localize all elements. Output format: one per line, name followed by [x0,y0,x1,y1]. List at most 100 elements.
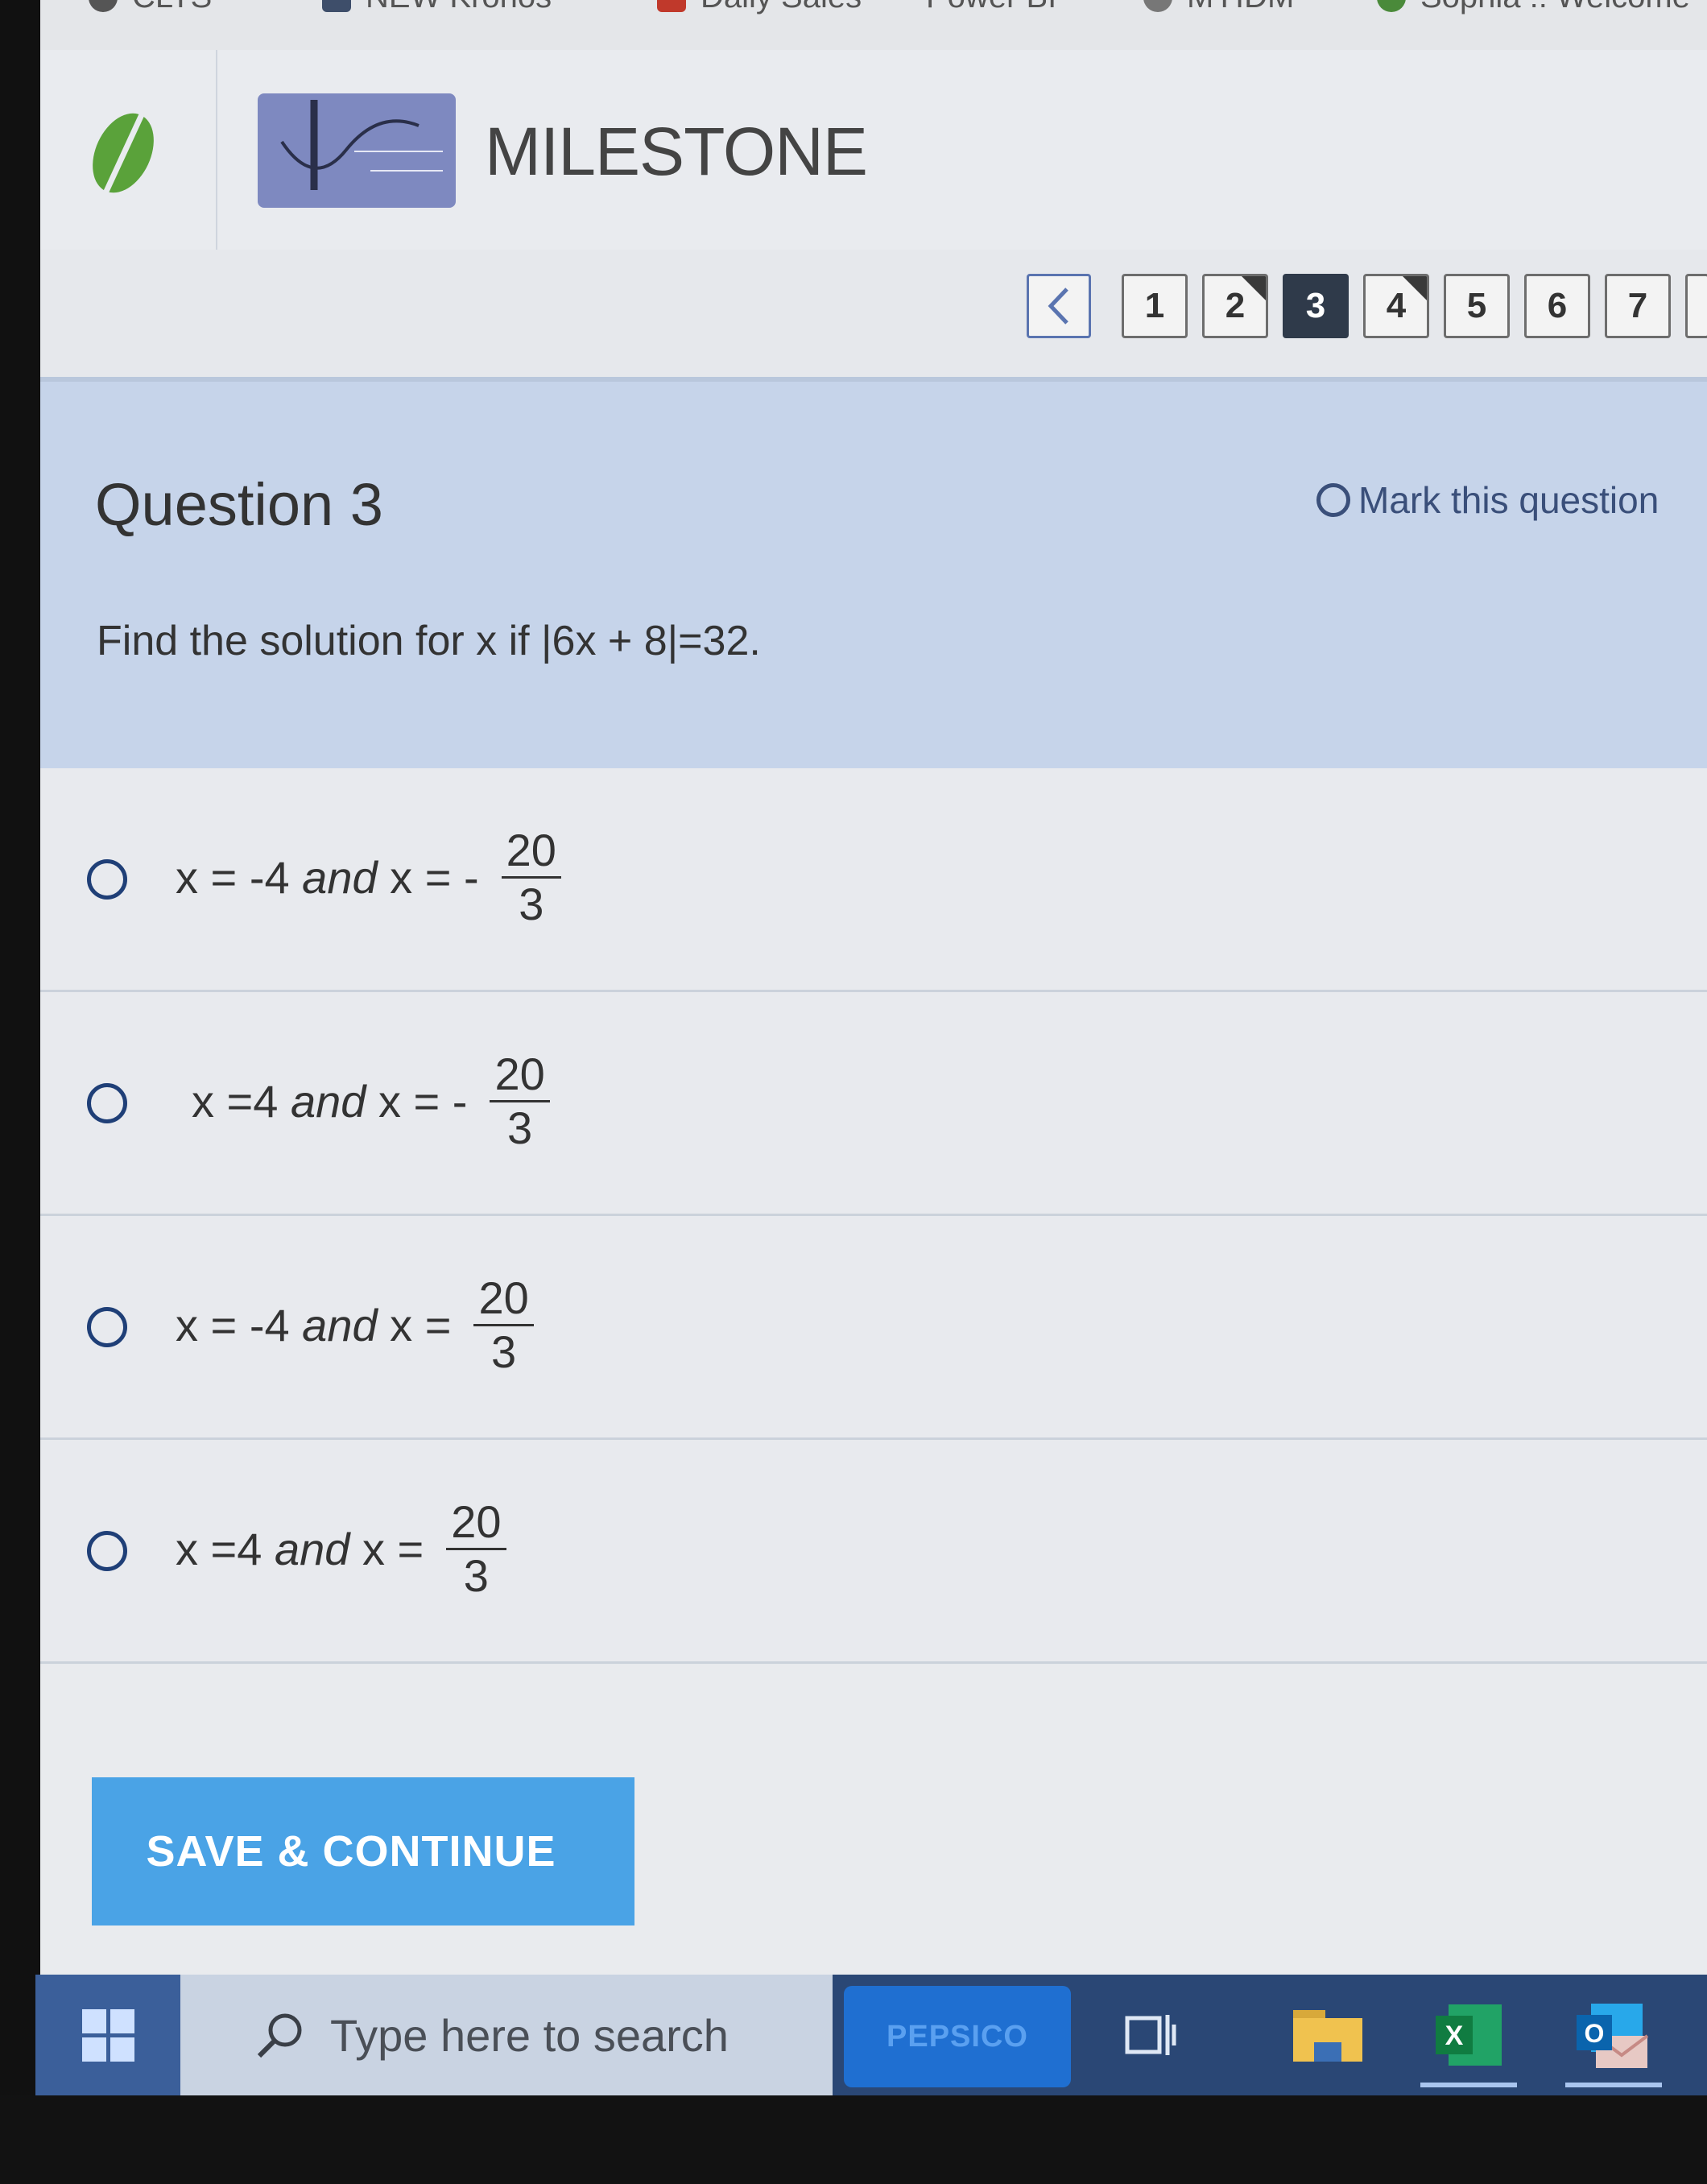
answer-and: and [290,1076,366,1127]
question-panel: Question 3 Mark this question Find the s… [40,382,1707,768]
outlook-button[interactable]: O [1549,1975,1678,2095]
answer-and: and [274,1524,350,1574]
sales-icon [657,0,686,12]
excel-button[interactable]: X [1404,1975,1533,2095]
clts-icon [89,0,118,12]
sophia-icon [1377,0,1406,12]
task-view-button[interactable] [1106,1975,1195,2095]
answer-option-1[interactable]: x = -4 and x = - 20 3 [40,768,1707,992]
answer-part: x = [349,1524,424,1574]
question-number: 3 [1305,286,1326,325]
answer-option-2[interactable]: x =4 and x = - 20 3 [40,992,1707,1216]
bookmark-label: Sophia :: Welcome [1420,0,1690,15]
bookmark-myidm[interactable]: MYIDM [1143,0,1294,15]
bookmark-daily-sales[interactable]: Daily Sales [657,0,862,15]
course-thumbnail [258,93,456,208]
answer-expression: x = -4 and x = - 20 3 [176,825,561,930]
fraction-numerator: 20 [490,1049,550,1102]
answer-radio[interactable] [87,1307,127,1347]
fraction: 20 3 [446,1496,506,1602]
answer-and: and [302,1300,378,1351]
mark-radio-icon [1316,483,1350,517]
svg-text:X: X [1445,2021,1464,2051]
question-6-button[interactable]: 6 [1524,274,1590,338]
active-app-indicator [1565,2083,1662,2087]
answer-part: x = - [377,852,479,903]
previous-question-button[interactable] [1027,274,1091,338]
answer-list: x = -4 and x = - 20 3 x =4 and x = - 20 3 … [40,768,1707,1665]
bookmark-label: CLTS [132,0,212,15]
marked-flag-icon [1240,276,1266,302]
fraction-numerator: 20 [501,825,561,879]
sophia-leaf-icon[interactable] [87,105,159,201]
mark-question-label: Mark this question [1358,479,1659,521]
bookmark-label: NEW Kronos [366,0,552,15]
start-button[interactable] [35,1975,180,2095]
bookmarks-bar: CLTS NEW Kronos Daily Sales Power BI MYI… [40,0,1707,50]
answer-option-3[interactable]: x = -4 and x = 20 3 [40,1216,1707,1440]
fraction: 20 3 [501,825,561,930]
answer-part: x = -4 [176,1300,303,1351]
kronos-icon [322,0,351,12]
answer-part: x =4 [192,1076,291,1127]
fraction-denominator: 3 [507,1102,533,1153]
task-view-icon [1125,2015,1176,2055]
taskbar-search-box[interactable]: Type here to search [180,1975,833,2095]
logo-cell [40,50,217,250]
bookmark-label: Power BI [926,0,1056,15]
question-navigation: 1 2 3 4 5 6 7 [40,250,1707,382]
answer-radio[interactable] [87,859,127,900]
question-title: Question 3 [95,471,383,538]
question-5-button[interactable]: 5 [1444,274,1510,338]
fraction-numerator: 20 [446,1496,506,1550]
mark-question-toggle[interactable]: Mark this question [1316,478,1659,522]
svg-text:O: O [1585,2019,1605,2048]
marked-flag-icon [1401,276,1427,302]
question-4-button[interactable]: 4 [1363,274,1429,338]
active-app-indicator [1420,2083,1517,2087]
search-placeholder: Type here to search [330,2009,729,2061]
myidm-icon [1143,0,1172,12]
app-header: MILESTONE [40,50,1707,251]
question-next-partial-button[interactable] [1685,274,1707,338]
excel-icon: X [1436,2004,1502,2066]
fraction: 20 3 [490,1049,550,1154]
screen-bezel [0,0,40,2184]
question-1-button[interactable]: 1 [1122,274,1188,338]
answer-part: x = - [366,1076,468,1127]
question-number: 7 [1627,286,1648,325]
bookmark-label: MYIDM [1187,0,1294,15]
file-explorer-button[interactable] [1267,1975,1388,2095]
fraction-denominator: 3 [519,879,544,929]
question-pager: 1 2 3 4 5 6 7 [1027,274,1707,338]
windows-start-icon [81,2008,134,2062]
answer-part: x =4 [176,1524,275,1574]
question-number: 1 [1144,286,1165,325]
fraction-numerator: 20 [473,1272,534,1326]
graph-thumbnail-icon [280,100,443,190]
answer-option-4[interactable]: x =4 and x = 20 3 [40,1440,1707,1664]
fraction: 20 3 [473,1272,534,1378]
bookmark-clts[interactable]: CLTS [89,0,212,15]
save-and-continue-button[interactable]: SAVE & CONTINUE [92,1777,634,1925]
search-icon [254,2011,303,2059]
fraction-denominator: 3 [491,1326,517,1377]
question-2-button[interactable]: 2 [1202,274,1268,338]
answer-expression: x = -4 and x = 20 3 [176,1272,534,1378]
answer-expression: x =4 and x = 20 3 [176,1496,506,1602]
chevron-left-icon [1048,287,1068,325]
bookmark-power-bi[interactable]: Power BI [926,0,1056,15]
windows-taskbar: Type here to search PEPSICO X O [35,1975,1707,2095]
question-7-button[interactable]: 7 [1605,274,1671,338]
question-text: Find the solution for x if |6x + 8|=32. [97,618,761,664]
answer-part: x = [377,1300,452,1351]
bookmark-kronos[interactable]: NEW Kronos [322,0,552,15]
answer-radio[interactable] [87,1531,127,1571]
bookmark-sophia[interactable]: Sophia :: Welcome [1377,0,1690,15]
question-3-button[interactable]: 3 [1283,274,1349,338]
question-number: 5 [1466,286,1487,325]
app-title: MILESTONE [485,114,868,189]
answer-radio[interactable] [87,1083,127,1123]
pepsico-badge[interactable]: PEPSICO [844,1986,1071,2087]
bookmark-label: Daily Sales [701,0,862,15]
